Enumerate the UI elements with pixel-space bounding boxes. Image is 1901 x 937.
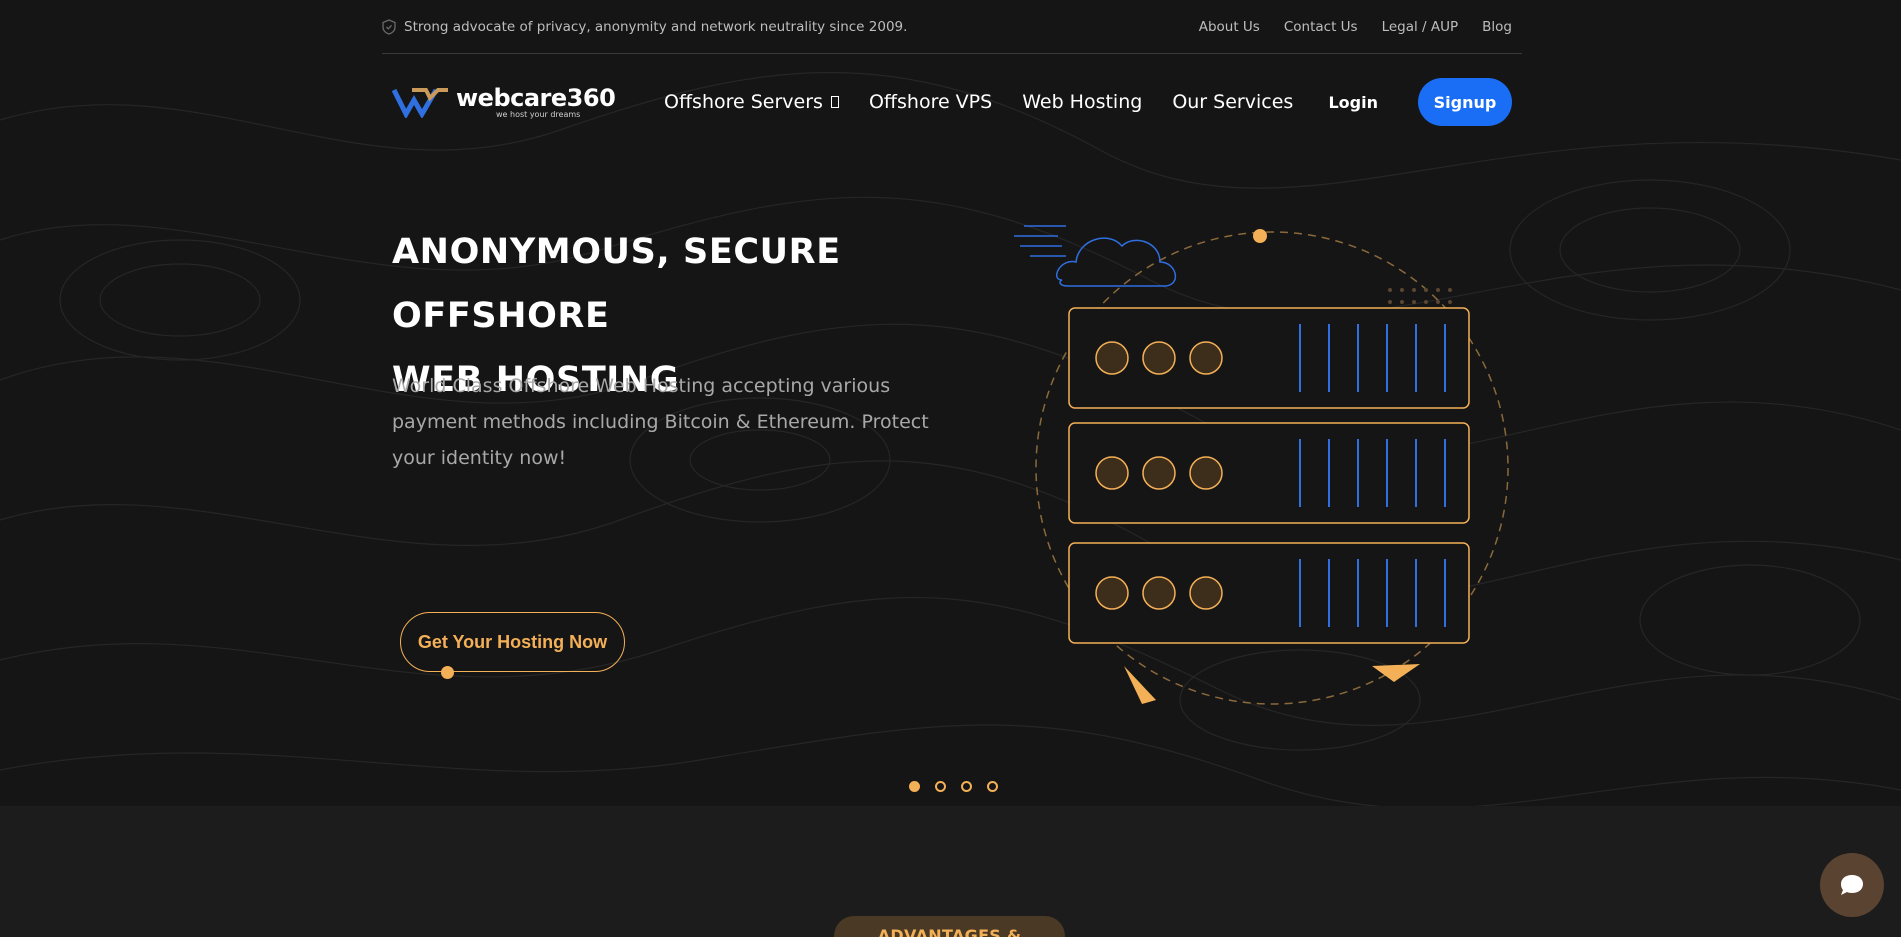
contact-us-link[interactable]: Contact Us	[1284, 19, 1358, 35]
nav-menu: Offshore Servers Offshore VPS Web Hostin…	[664, 91, 1293, 113]
chat-button[interactable]	[1820, 853, 1884, 917]
hero-description: World Class Offshore Web Hosting accepti…	[392, 375, 929, 469]
slider-dot-1[interactable]	[909, 781, 920, 792]
main-nav: webcare360 we host your dreams Offshore …	[392, 72, 1512, 132]
nav-our-services[interactable]: Our Services	[1172, 91, 1293, 113]
login-link[interactable]: Login	[1328, 93, 1378, 112]
nav-offshore-vps[interactable]: Offshore VPS	[869, 91, 992, 113]
nav-web-hosting[interactable]: Web Hosting	[1022, 91, 1142, 113]
server-rack-cloud-icon	[1014, 225, 1509, 705]
nav-offshore-servers[interactable]: Offshore Servers	[664, 91, 839, 113]
cta-label: Get Your Hosting Now	[417, 631, 608, 652]
slider-dot-2[interactable]	[935, 781, 946, 792]
section-badge: ADVANTAGES & BENEFITS	[834, 916, 1065, 937]
get-hosting-button[interactable]: Get Your Hosting Now	[400, 612, 625, 679]
tagline-text: Strong advocate of privacy, anonymity an…	[404, 18, 908, 35]
blog-link[interactable]: Blog	[1482, 19, 1512, 35]
dropdown-icon	[830, 96, 839, 108]
slider-dot-3[interactable]	[961, 781, 972, 792]
signup-button[interactable]: Signup	[1418, 78, 1512, 126]
slider-dot-4[interactable]	[987, 781, 998, 792]
logo-tagline: we host your dreams	[496, 109, 581, 119]
top-links: About Us Contact Us Legal / AUP Blog	[1199, 19, 1522, 35]
logo-name: webcare360	[456, 83, 616, 112]
logo[interactable]: webcare360 we host your dreams	[392, 86, 652, 119]
hero-section: Strong advocate of privacy, anonymity an…	[0, 0, 1901, 806]
legal-aup-link[interactable]: Legal / AUP	[1382, 19, 1459, 35]
chat-bubble-icon	[1841, 875, 1863, 895]
tagline: Strong advocate of privacy, anonymity an…	[382, 19, 907, 35]
slider-dots	[909, 781, 998, 792]
cta-dot-decoration	[441, 666, 454, 679]
about-us-link[interactable]: About Us	[1199, 19, 1260, 35]
shield-icon	[382, 18, 396, 35]
hero-title-line-1: ANONYMOUS, SECURE OFFSHORE	[392, 232, 841, 336]
top-bar: Strong advocate of privacy, anonymity an…	[382, 0, 1522, 54]
logo-mark-icon	[392, 88, 448, 118]
